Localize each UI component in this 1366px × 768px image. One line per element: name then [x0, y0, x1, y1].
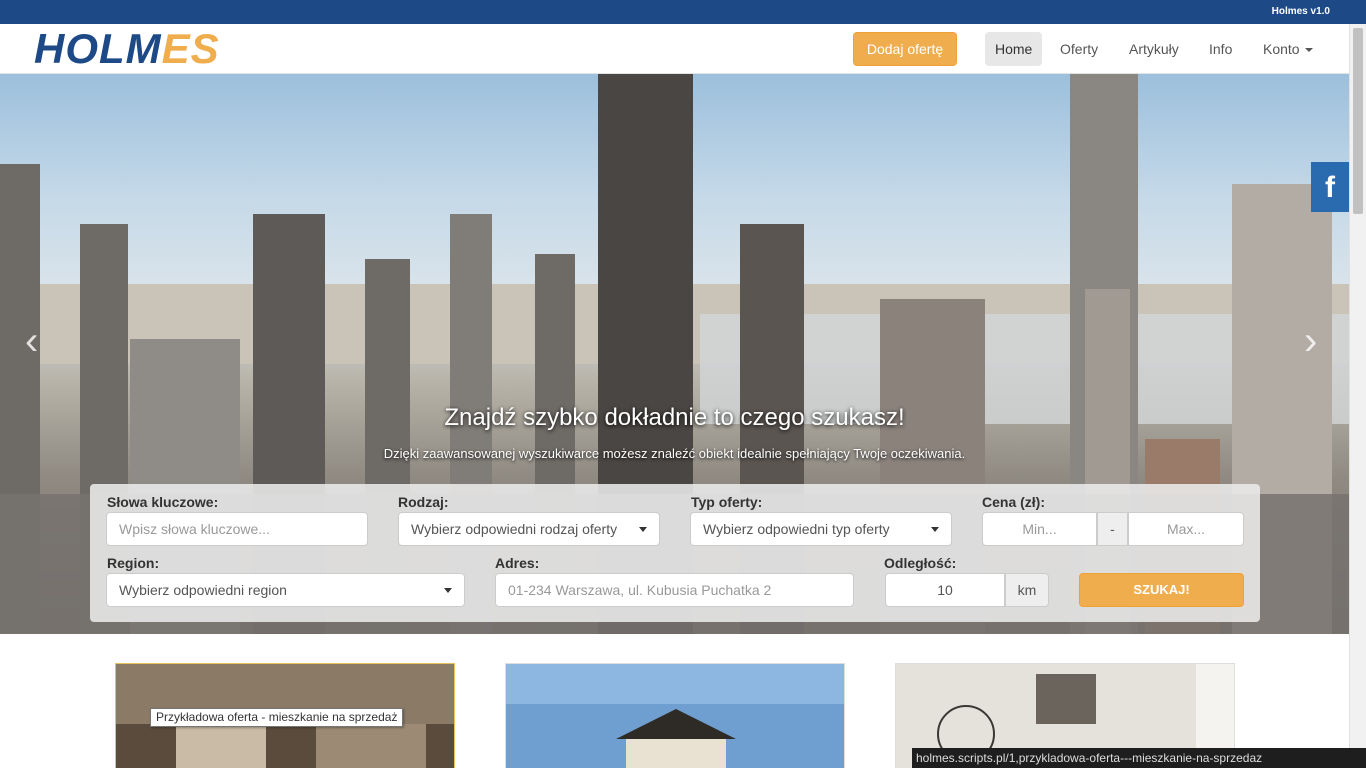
dropdown-arrow-icon	[444, 588, 452, 593]
offer-card[interactable]	[505, 663, 845, 768]
hero-subtitle: Dzięki zaawansowanej wyszukiwarce możesz…	[383, 446, 966, 461]
distance-label: Odległość:	[884, 555, 957, 571]
region-label: Region:	[107, 555, 160, 571]
keywords-label: Słowa kluczowe:	[107, 494, 219, 510]
dropdown-arrow-icon	[931, 527, 939, 532]
nav-articles[interactable]: Artykuły	[1119, 32, 1189, 66]
hero-carousel: f ‹ › Znajdź szybko dokładnie to czego s…	[0, 74, 1349, 634]
price-label: Cena (zł):	[982, 494, 1045, 510]
type-label: Rodzaj:	[398, 494, 449, 510]
nav-info[interactable]: Info	[1199, 32, 1242, 66]
logo-part-2: ES	[161, 25, 220, 72]
nav-account[interactable]: Konto	[1253, 32, 1323, 66]
logo-part-1: HOLM	[34, 25, 162, 72]
navbar: HOLMES Dodaj ofertę Home Oferty Artykuły…	[0, 24, 1349, 74]
region-select-value: Wybierz odpowiedni region	[119, 582, 287, 598]
type-select-value: Wybierz odpowiedni rodzaj oferty	[411, 521, 618, 537]
type-select[interactable]: Wybierz odpowiedni rodzaj oferty	[398, 512, 660, 546]
carousel-prev-icon[interactable]: ‹	[25, 319, 38, 364]
facebook-icon[interactable]: f	[1311, 162, 1349, 212]
price-max-input[interactable]: Max...	[1128, 512, 1244, 546]
nav-account-label: Konto	[1263, 41, 1300, 57]
keywords-input[interactable]: Wpisz słowa kluczowe...	[106, 512, 368, 546]
offer-type-select-value: Wybierz odpowiedni typ oferty	[703, 521, 890, 537]
price-min-input[interactable]: Min...	[982, 512, 1097, 546]
distance-unit: km	[1005, 573, 1049, 607]
page-scrollbar[interactable]	[1349, 24, 1366, 768]
price-separator: -	[1097, 512, 1128, 546]
hero-title: Znajdź szybko dokładnie to czego szukasz…	[444, 404, 905, 431]
caret-down-icon	[1304, 48, 1313, 53]
version-label: Holmes v1.0	[1271, 6, 1330, 17]
dropdown-arrow-icon	[639, 527, 647, 532]
offer-image	[506, 664, 844, 768]
distance-input[interactable]: 10	[885, 573, 1005, 607]
search-button[interactable]: SZUKAJ!	[1079, 573, 1244, 607]
region-select[interactable]: Wybierz odpowiedni region	[106, 573, 465, 607]
address-input[interactable]: 01-234 Warszawa, ul. Kubusia Puchatka 2	[495, 573, 854, 607]
offer-type-label: Typ oferty:	[691, 494, 763, 510]
scrollbar-thumb[interactable]	[1353, 28, 1363, 214]
offer-type-select[interactable]: Wybierz odpowiedni typ oferty	[690, 512, 952, 546]
browser-status-bar: holmes.scripts.pl/1,przykladowa-oferta--…	[912, 748, 1366, 768]
address-label: Adres:	[495, 555, 540, 571]
add-offer-button[interactable]: Dodaj ofertę	[853, 32, 957, 66]
nav-offers[interactable]: Oferty	[1050, 32, 1108, 66]
nav-home[interactable]: Home	[985, 32, 1043, 66]
carousel-next-icon[interactable]: ›	[1304, 319, 1317, 364]
search-panel: Słowa kluczowe: Wpisz słowa kluczowe... …	[90, 484, 1260, 622]
top-bar: Holmes v1.0	[0, 0, 1366, 24]
offer-tooltip: Przykładowa oferta - mieszkanie na sprze…	[150, 708, 404, 727]
site-logo[interactable]: HOLMES	[34, 26, 220, 72]
